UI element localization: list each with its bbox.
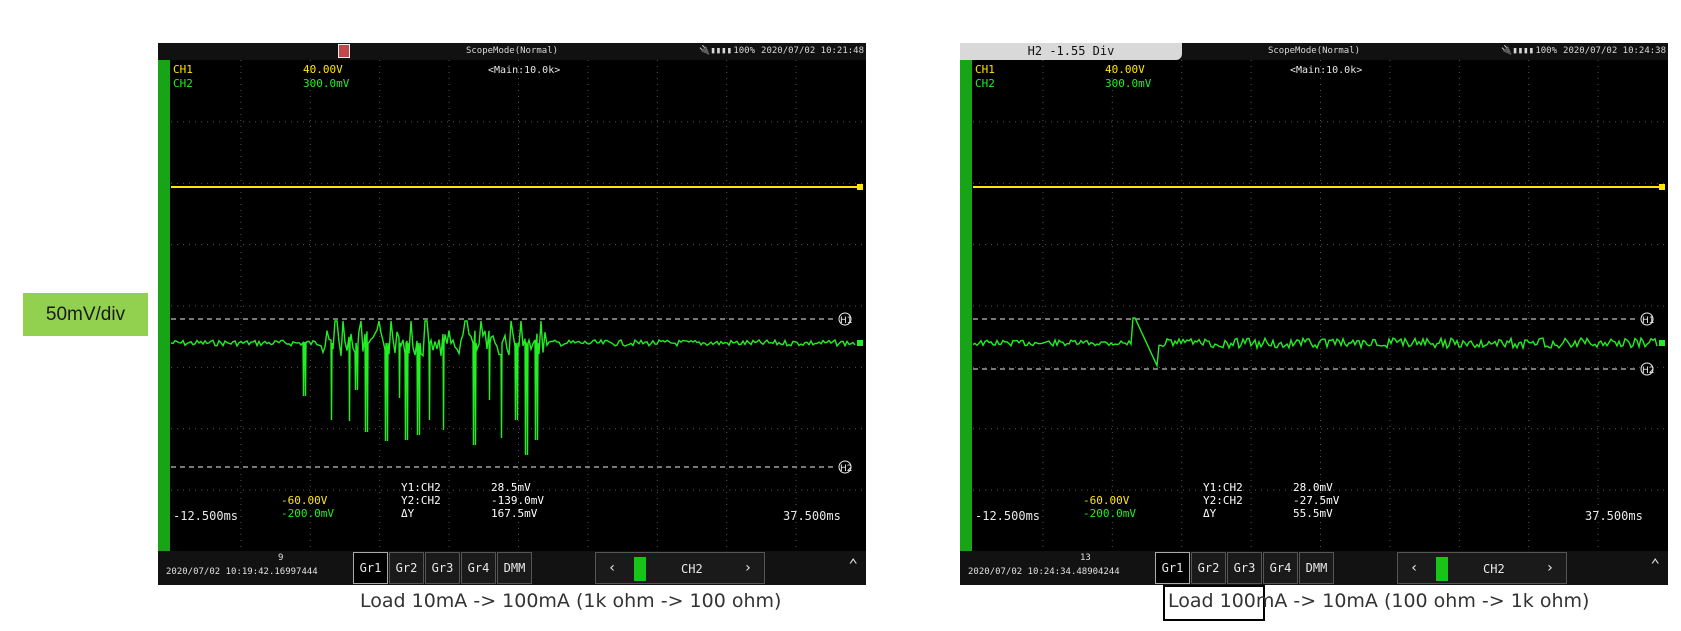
svg-text:H1: H1 <box>1642 316 1655 326</box>
ch2-trace <box>973 317 1658 369</box>
scale-label: 50mV/div <box>23 293 148 336</box>
ch1-scale: 40.00V <box>1105 63 1145 76</box>
ch1-offset: -60.00V <box>1083 494 1130 507</box>
ch2-offset: -200.0mV <box>281 507 334 520</box>
ch2-scale: 300.0mV <box>1105 77 1152 90</box>
delta-y-label: ΔY <box>1203 507 1217 520</box>
y2-value: -27.5mV <box>1293 494 1340 507</box>
ch2-scale: 300.0mV <box>303 77 350 90</box>
channel-select-label: CH2 <box>681 562 703 576</box>
channel-selector[interactable]: ‹ CH2 › <box>595 552 765 584</box>
battery-percent: 100% <box>733 46 755 56</box>
ch2-marker <box>1659 340 1665 346</box>
scope-screen-2: ScopeMode(Normal) 🔌▮▮▮▮ 100% 2020/07/02 10:… <box>960 43 1668 585</box>
power-battery-icon: 🔌▮▮▮▮ <box>1501 46 1534 56</box>
y1-label: Y1:CH2 <box>401 481 441 494</box>
svg-text:H2: H2 <box>840 464 853 474</box>
group-tab-gr3[interactable]: Gr3 <box>425 552 460 584</box>
time-left: -12.500ms <box>975 509 1040 523</box>
svg-text:H2: H2 <box>1642 366 1655 376</box>
battery-percent: 100% <box>1535 46 1557 56</box>
delta-y-value: 167.5mV <box>491 507 538 520</box>
ch2-color-chip <box>634 557 646 581</box>
group-tab-gr2[interactable]: Gr2 <box>1191 552 1226 584</box>
chevron-right-icon[interactable]: › <box>744 560 752 576</box>
delta-y-label: ΔY <box>401 507 415 520</box>
record-index: 9 <box>278 553 284 563</box>
chevron-left-icon[interactable]: ‹ <box>1410 560 1418 576</box>
group-tab-gr2[interactable]: Gr2 <box>389 552 424 584</box>
chevron-up-icon[interactable]: ⌃ <box>848 555 858 574</box>
y1-value: 28.0mV <box>1293 481 1333 494</box>
ch1-name: CH1 <box>173 63 193 76</box>
record-index: 13 <box>1080 553 1091 563</box>
group-tab-gr3[interactable]: Gr3 <box>1227 552 1262 584</box>
power-battery-icon: 🔌▮▮▮▮ <box>699 46 732 56</box>
record-strip: 13 2020/07/02 10:24:34.48904244 Gr1 Gr2 Gr3 G… <box>960 551 1668 585</box>
caption-right: Load 100mA -> 10mA (100 ohm -> 1k ohm) <box>1168 590 1590 612</box>
main-record: <Main:10.0k> <box>488 65 560 76</box>
chevron-right-icon[interactable]: › <box>1546 560 1554 576</box>
trigger-position-icon <box>338 44 350 58</box>
scope-mode: ScopeMode(Normal) <box>465 46 559 56</box>
delta-y-value: 55.5mV <box>1293 507 1333 520</box>
waveform-display: CH1 40.00V CH2 300.0mV <Main:10.0k> H1 H2 Y1:CH… <box>171 60 863 547</box>
channel-selector[interactable]: ‹ CH2 › <box>1397 552 1567 584</box>
ch2-name: CH2 <box>975 77 995 90</box>
group-tab-gr4[interactable]: Gr4 <box>461 552 496 584</box>
ch1-name: CH1 <box>975 63 995 76</box>
ch1-scale: 40.00V <box>303 63 343 76</box>
level-bar <box>158 60 170 551</box>
main-record: <Main:10.0k> <box>1290 65 1362 76</box>
datetime: 2020/07/02 10:21:48 <box>761 46 864 56</box>
chevron-up-icon[interactable]: ⌃ <box>1650 555 1660 574</box>
record-strip: 9 2020/07/02 10:19:42.16997444 Gr1 Gr2 Gr3 Gr… <box>158 551 866 585</box>
y2-label: Y2:CH2 <box>401 494 441 507</box>
status-bar: ScopeMode(Normal) 🔌▮▮▮▮ 100% 2020/07/02 10:… <box>158 43 866 60</box>
y1-value: 28.5mV <box>491 481 531 494</box>
scope-screen-1: ScopeMode(Normal) 🔌▮▮▮▮ 100% 2020/07/02 10:… <box>158 43 866 585</box>
ch2-offset: -200.0mV <box>1083 507 1136 520</box>
ch2-marker <box>857 340 863 346</box>
group-tab-gr1[interactable]: Gr1 <box>1155 552 1190 584</box>
level-bar <box>960 60 972 551</box>
ch2-name: CH2 <box>173 77 193 90</box>
svg-text:H1: H1 <box>840 316 853 326</box>
record-time: 2020/07/02 10:24:34.48904244 <box>968 567 1120 577</box>
record-time: 2020/07/02 10:19:42.16997444 <box>166 567 318 577</box>
ch1-offset: -60.00V <box>281 494 328 507</box>
ch1-marker <box>857 184 863 190</box>
cursor-badge: H2 -1.55 Div <box>960 43 1182 60</box>
time-right: 37.500ms <box>783 509 841 523</box>
chevron-left-icon[interactable]: ‹ <box>608 560 616 576</box>
y1-label: Y1:CH2 <box>1203 481 1243 494</box>
datetime: 2020/07/02 10:24:38 <box>1563 46 1666 56</box>
caption-left: Load 10mA -> 100mA (1k ohm -> 100 ohm) <box>360 590 782 612</box>
channel-select-label: CH2 <box>1483 562 1505 576</box>
waveform-display: CH1 40.00V CH2 300.0mV <Main:10.0k> H1 H2 Y1:CH… <box>973 60 1665 547</box>
y2-label: Y2:CH2 <box>1203 494 1243 507</box>
ch2-trace <box>171 320 856 456</box>
time-left: -12.500ms <box>173 509 238 523</box>
ch1-marker <box>1659 184 1665 190</box>
time-right: 37.500ms <box>1585 509 1643 523</box>
group-tab-dmm[interactable]: DMM <box>1299 552 1334 584</box>
y2-value: -139.0mV <box>491 494 544 507</box>
group-tab-dmm[interactable]: DMM <box>497 552 532 584</box>
group-tab-gr1[interactable]: Gr1 <box>353 552 388 584</box>
group-tab-gr4[interactable]: Gr4 <box>1263 552 1298 584</box>
ch2-color-chip <box>1436 557 1448 581</box>
